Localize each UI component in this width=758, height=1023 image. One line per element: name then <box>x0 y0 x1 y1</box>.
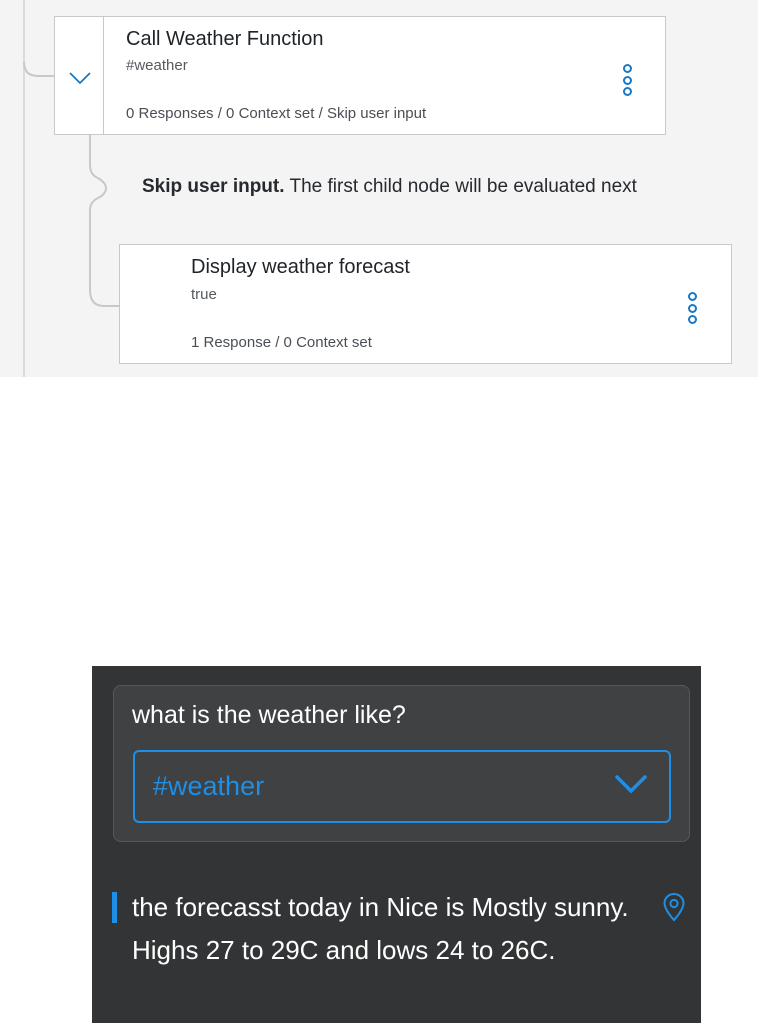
bot-response: the forecasst today in Nice is Mostly su… <box>132 892 629 965</box>
chevron-down-icon <box>615 775 647 794</box>
node-title: Call Weather Function <box>126 28 324 50</box>
location-pin-icon[interactable] <box>662 892 686 922</box>
dialog-node-call-weather-function[interactable]: Call Weather Function #weather 0 Respons… <box>54 16 666 135</box>
node-meta: 1 Response / 0 Context set <box>191 334 372 351</box>
node-meta: 0 Responses / 0 Context set / Skip user … <box>126 105 427 122</box>
chat-preview-panel: what is the weather like? #weather the f… <box>92 666 701 1023</box>
overflow-menu-icon[interactable] <box>620 64 634 96</box>
dialog-node-display-weather-forecast[interactable]: Display weather forecast true 1 Response… <box>119 244 732 364</box>
collapse-toggle[interactable] <box>55 17 104 134</box>
node-title: Display weather forecast <box>191 256 410 278</box>
intent-select[interactable]: #weather <box>133 750 671 823</box>
dialog-tree-panel: Call Weather Function #weather 0 Respons… <box>0 0 758 377</box>
chevron-down-icon[interactable] <box>69 71 91 85</box>
node-condition: true <box>191 286 217 303</box>
skip-note-label: Skip user input. <box>142 176 285 197</box>
user-message: what is the weather like? <box>132 701 406 729</box>
response-indicator-bar <box>112 892 117 923</box>
intent-select-value: #weather <box>153 771 265 801</box>
user-message-card: what is the weather like? #weather <box>113 685 690 842</box>
node-condition: #weather <box>126 57 188 74</box>
skip-note-text: The first child node will be evaluated n… <box>284 176 637 197</box>
skip-user-input-note: Skip user input. The first child node wi… <box>142 176 637 198</box>
overflow-menu-icon[interactable] <box>685 292 699 324</box>
